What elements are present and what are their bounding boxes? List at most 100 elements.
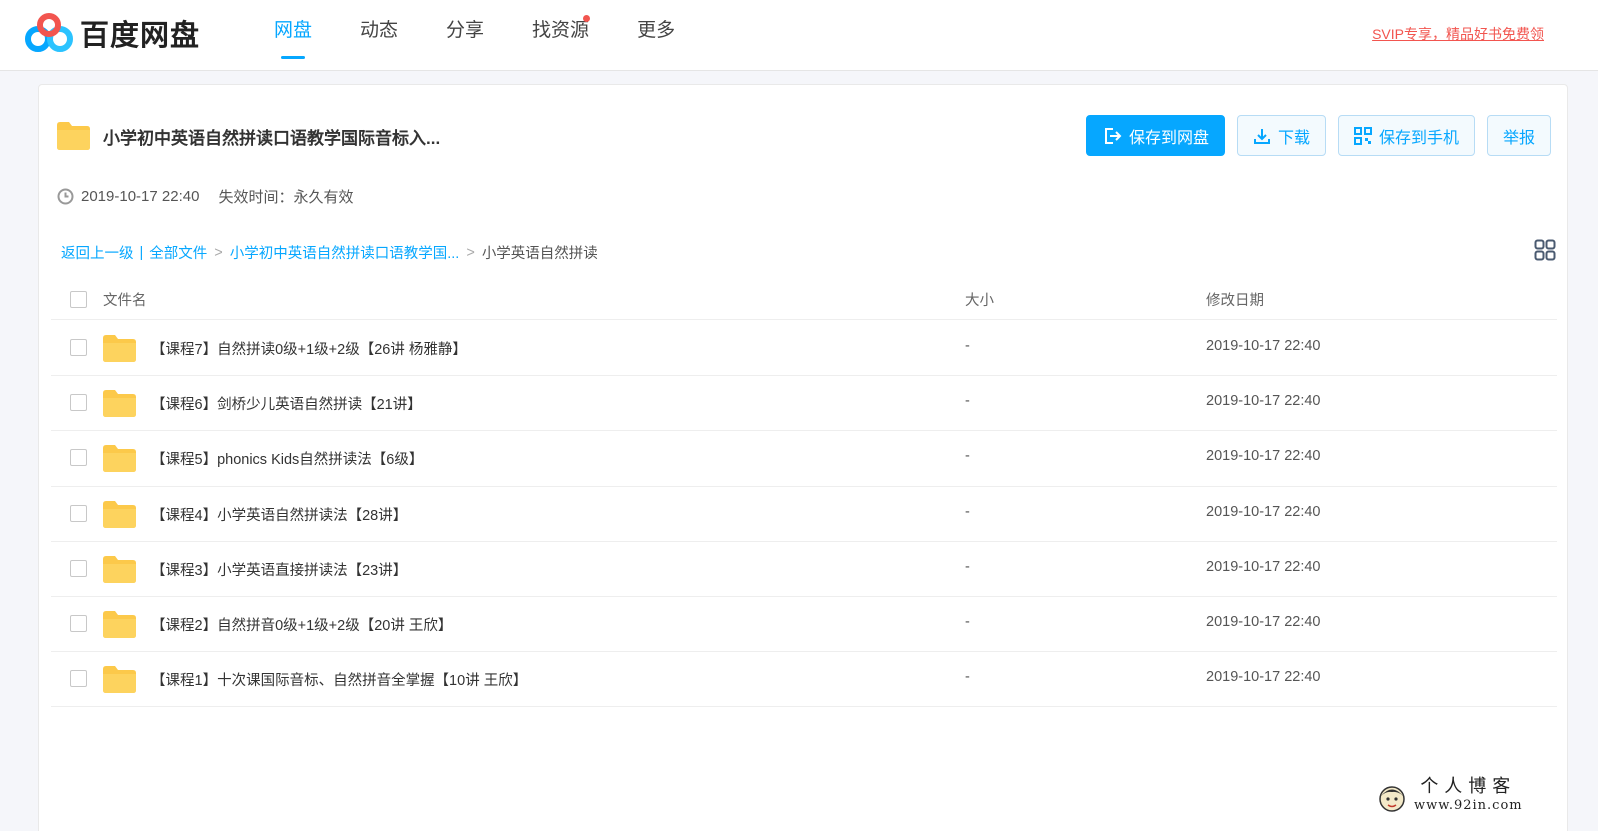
breadcrumb-back[interactable]: 返回上一级 — [61, 242, 134, 263]
grid-view-icon[interactable] — [1534, 239, 1556, 261]
watermark-url: www.92in.com — [1414, 798, 1523, 813]
nav-tab-find-resources[interactable]: 找资源 — [508, 0, 613, 71]
nav-tab-netdisk[interactable]: 网盘 — [250, 0, 336, 71]
file-size: - — [965, 503, 970, 520]
baidu-netdisk-logo[interactable]: 百度网盘 — [24, 13, 204, 53]
file-name[interactable]: 【课程1】十次课国际音标、自然拼音全掌握【10讲 王欣】 — [151, 669, 527, 690]
top-navbar: 百度网盘 网盘 动态 分享 找资源 更多 SVIP专享，精品好书免费领 — [0, 0, 1598, 71]
file-list: 【课程7】自然拼读0级+1级+2级【26讲 杨雅静】 - 2019-10-17 … — [51, 321, 1557, 708]
watermark-title: 个人博客 — [1420, 776, 1517, 797]
row-checkbox[interactable] — [70, 504, 87, 522]
folder-icon — [103, 666, 136, 694]
file-date: 2019-10-17 22:40 — [1206, 669, 1321, 686]
nav-tab-label: 分享 — [446, 20, 485, 41]
file-size: - — [965, 558, 970, 575]
folder-icon — [103, 610, 136, 638]
breadcrumb-divider: | — [139, 244, 144, 261]
breadcrumb-current-folder: 小学英语自然拼读 — [481, 246, 598, 262]
row-checkbox[interactable] — [70, 394, 87, 412]
file-row[interactable]: 【课程4】小学英语自然拼读法【28讲】 - 2019-10-17 22:40 — [51, 487, 1557, 542]
logo-text: 百度网盘 — [80, 20, 201, 52]
nav-tab-more[interactable]: 更多 — [613, 0, 699, 71]
file-size: - — [965, 448, 970, 465]
share-created-time: 2019-10-17 22:40 — [81, 188, 200, 205]
download-icon — [1253, 128, 1270, 144]
file-name[interactable]: 【课程2】自然拼音0级+1级+2级【20讲 王欣】 — [151, 614, 452, 635]
nav-tab-activity[interactable]: 动态 — [336, 0, 422, 71]
watermark-text: 个人博客 www.92in.com — [1414, 772, 1523, 813]
clock-icon — [57, 188, 74, 205]
file-date: 2019-10-17 22:40 — [1206, 503, 1321, 520]
row-checkbox[interactable] — [70, 449, 87, 467]
file-name[interactable]: 【课程6】剑桥少儿英语自然拼读【21讲】 — [151, 393, 422, 414]
row-checkbox[interactable] — [70, 339, 87, 356]
folder-icon — [103, 500, 136, 528]
expire-label: 失效时间： — [218, 189, 294, 206]
nav-tab-label: 网盘 — [274, 20, 313, 41]
folder-icon — [103, 445, 136, 473]
breadcrumb: 返回上一级 | 全部文件 > 小学初中英语自然拼读口语教学国... > 小学英语… — [61, 242, 598, 263]
logo-cloud-icon — [25, 13, 73, 52]
row-checkbox[interactable] — [70, 614, 87, 632]
breadcrumb-separator: > — [214, 244, 223, 261]
breadcrumb-all-files[interactable]: 全部文件 — [149, 242, 207, 263]
share-meta: 2019-10-17 22:40 失效时间： 永久有效 — [57, 186, 353, 207]
qr-code-icon — [1353, 126, 1372, 145]
file-row[interactable]: 【课程5】phonics Kids自然拼读法【6级】 - 2019-10-17 … — [51, 431, 1557, 487]
file-row[interactable]: 【课程6】剑桥少儿英语自然拼读【21讲】 - 2019-10-17 22:40 — [51, 376, 1557, 432]
file-date: 2019-10-17 22:40 — [1206, 613, 1321, 630]
nav-tab-label: 更多 — [637, 20, 676, 41]
nav-tab-share[interactable]: 分享 — [422, 0, 508, 71]
save-export-icon — [1104, 127, 1122, 144]
file-date: 2019-10-17 22:40 — [1206, 558, 1321, 575]
breadcrumb-separator: > — [466, 244, 475, 261]
file-size: - — [965, 338, 970, 354]
file-name[interactable]: 【课程5】phonics Kids自然拼读法【6级】 — [151, 448, 423, 469]
download-button[interactable]: 下载 — [1236, 115, 1326, 156]
share-title-row: 小学初中英语自然拼读口语教学国际音标入... — [57, 122, 440, 150]
download-label: 下载 — [1277, 129, 1310, 147]
file-size: - — [965, 669, 970, 686]
report-label: 举报 — [1502, 129, 1535, 147]
action-buttons: 保存到网盘 下载 保存到手机 举报 — [1085, 115, 1551, 156]
file-name[interactable]: 【课程4】小学英语自然拼读法【28讲】 — [151, 504, 407, 525]
column-header-name[interactable]: 文件名 — [103, 289, 147, 310]
share-title: 小学初中英语自然拼读口语教学国际音标入... — [103, 128, 441, 148]
report-button[interactable]: 举报 — [1486, 115, 1551, 156]
svip-promo-link[interactable]: SVIP专享，精品好书免费领 — [1372, 24, 1544, 44]
file-row[interactable]: 【课程3】小学英语直接拼读法【23讲】 - 2019-10-17 22:40 — [51, 542, 1557, 597]
notification-dot — [583, 15, 591, 22]
row-checkbox[interactable] — [70, 559, 87, 577]
breadcrumb-parent-folder[interactable]: 小学初中英语自然拼读口语教学国... — [230, 242, 460, 263]
save-to-disk-button[interactable]: 保存到网盘 — [1085, 115, 1225, 156]
column-header-size[interactable]: 大小 — [965, 289, 994, 310]
folder-icon — [103, 335, 136, 362]
mascot-face-icon — [1379, 786, 1405, 812]
folder-icon — [103, 390, 136, 418]
file-date: 2019-10-17 22:40 — [1206, 338, 1321, 354]
share-panel: 小学初中英语自然拼读口语教学国际音标入... 保存到网盘 下载 保存到手机 举报… — [38, 84, 1568, 831]
file-date: 2019-10-17 22:40 — [1206, 448, 1321, 465]
select-all-checkbox[interactable] — [70, 291, 87, 308]
folder-icon — [57, 122, 90, 150]
expire-value: 永久有效 — [293, 189, 354, 206]
save-to-phone-button[interactable]: 保存到手机 — [1337, 115, 1475, 156]
save-to-disk-label: 保存到网盘 — [1128, 129, 1209, 147]
file-table-header: 文件名 大小 修改日期 — [51, 281, 1557, 320]
save-to-phone-label: 保存到手机 — [1378, 129, 1459, 147]
main-nav: 网盘 动态 分享 找资源 更多 — [250, 0, 699, 71]
file-row[interactable]: 【课程7】自然拼读0级+1级+2级【26讲 杨雅静】 - 2019-10-17 … — [51, 321, 1557, 377]
column-header-date[interactable]: 修改日期 — [1206, 289, 1264, 310]
file-row[interactable]: 【课程2】自然拼音0级+1级+2级【20讲 王欣】 - 2019-10-17 2… — [51, 597, 1557, 653]
row-checkbox[interactable] — [70, 670, 87, 688]
file-name[interactable]: 【课程7】自然拼读0级+1级+2级【26讲 杨雅静】 — [151, 338, 467, 359]
blog-watermark: 个人博客 www.92in.com — [1378, 773, 1558, 813]
file-name[interactable]: 【课程3】小学英语直接拼读法【23讲】 — [151, 559, 407, 580]
nav-tab-label: 动态 — [360, 20, 399, 41]
file-size: - — [965, 613, 970, 630]
file-size: - — [965, 393, 970, 410]
folder-icon — [103, 555, 136, 583]
file-date: 2019-10-17 22:40 — [1206, 393, 1321, 410]
nav-tab-label: 找资源 — [532, 20, 590, 41]
file-row[interactable]: 【课程1】十次课国际音标、自然拼音全掌握【10讲 王欣】 - 2019-10-1… — [51, 652, 1557, 708]
